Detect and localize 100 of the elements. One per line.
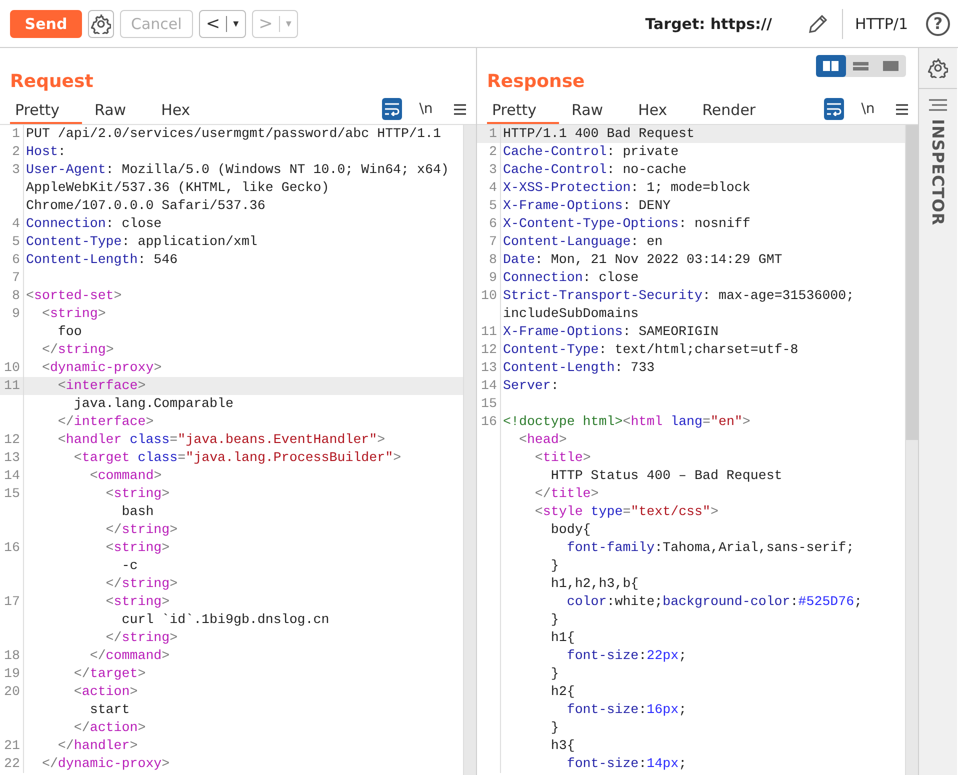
code-line: <action> xyxy=(72,683,138,701)
code-line: HTTP Status 400 – Bad Request xyxy=(550,467,782,485)
code-line: body{ xyxy=(550,521,591,539)
code-line: <target class="java.lang.ProcessBuilder"> xyxy=(72,449,402,467)
view-tab[interactable]: Render xyxy=(697,101,778,124)
code-line: Chrome/107.0.0.0 Safari/537.36 xyxy=(25,197,266,215)
settings-button[interactable] xyxy=(88,10,114,38)
code-line: <sorted-set> xyxy=(25,287,122,305)
code-line: User-Agent: Mozilla/5.0 (Windows NT 10.0; Win64; x64) xyxy=(25,161,449,179)
code-line: color:white;background-color:#525D76; xyxy=(566,593,862,611)
code-line: Content-Type: text/html;charset=utf-8 xyxy=(502,341,798,359)
code-line: HTTP/1.1 400 Bad Request xyxy=(502,125,695,143)
wrap-lines-button[interactable] xyxy=(824,98,844,120)
line-number: 2 xyxy=(0,143,24,161)
line-number: 14 xyxy=(477,377,501,395)
single-layout-icon xyxy=(883,61,899,71)
line-number: 21 xyxy=(0,737,24,755)
code-line: <!doctype html><html lang="en"> xyxy=(502,413,750,431)
scrollbar[interactable] xyxy=(463,125,476,775)
code-line: Connection: close xyxy=(502,269,639,287)
code-line: font-size:14px; xyxy=(566,755,687,773)
line-number: 9 xyxy=(477,269,501,287)
code-line: -c xyxy=(120,557,138,575)
view-tab[interactable]: Raw xyxy=(90,101,148,124)
code-line: includeSubDomains xyxy=(502,305,639,323)
code-line: Host: xyxy=(25,143,66,161)
wrap-lines-button[interactable] xyxy=(382,98,402,120)
line-number: 2 xyxy=(477,143,501,161)
code-line: font-family:Tahoma,Arial,sans-serif; xyxy=(566,539,854,557)
line-number: 1 xyxy=(477,125,501,143)
newline-toggle[interactable]: \n xyxy=(416,98,436,120)
code-line: <command> xyxy=(88,467,162,485)
layout-button[interactable] xyxy=(816,55,846,77)
code-line: font-size:16px; xyxy=(566,701,687,719)
code-line: } xyxy=(550,611,559,629)
code-line: </string> xyxy=(104,575,178,593)
code-line: <title> xyxy=(534,449,591,467)
code-line: java.lang.Comparable xyxy=(72,395,234,413)
line-number: 1 xyxy=(0,125,24,143)
code-line: Strict-Transport-Security: max-age=31536000; xyxy=(502,287,854,305)
code-line: } xyxy=(550,665,559,683)
code-line: Server: xyxy=(502,377,559,395)
code-line: </handler> xyxy=(56,737,138,755)
help-button[interactable]: ? xyxy=(926,12,950,36)
code-line: </target> xyxy=(72,665,146,683)
code-line: <string> xyxy=(104,485,170,503)
rows-layout-icon xyxy=(853,61,869,71)
line-number: 10 xyxy=(477,287,501,305)
menu-icon xyxy=(896,104,908,114)
protocol-selector[interactable]: HTTP/1 xyxy=(855,14,908,32)
code-line: </string> xyxy=(104,629,178,647)
code-line: </action> xyxy=(72,719,146,737)
line-number: 12 xyxy=(0,431,24,449)
line-number: 17 xyxy=(0,593,24,611)
back-button[interactable]: < ▾ xyxy=(198,10,246,38)
line-number: 4 xyxy=(477,179,501,197)
code-line: <interface> xyxy=(56,377,146,395)
code-line: Content-Length: 546 xyxy=(25,251,178,269)
code-line: X-XSS-Protection: 1; mode=block xyxy=(502,179,750,197)
line-number: 8 xyxy=(477,251,501,269)
code-line: PUT /api/2.0/services/usermgmt/password/abc HTTP/1.1 xyxy=(25,125,441,143)
code-line: <handler class="java.beans.EventHandler"> xyxy=(56,431,386,449)
line-number: 13 xyxy=(0,449,24,467)
view-tab[interactable]: Hex xyxy=(156,101,212,124)
line-number: 16 xyxy=(477,413,501,431)
line-number: 19 xyxy=(0,665,24,683)
code-line: Cache-Control: no-cache xyxy=(502,161,687,179)
code-line: Connection: close xyxy=(25,215,162,233)
code-line: font-size:22px; xyxy=(566,647,687,665)
line-number: 8 xyxy=(0,287,24,305)
inspector-tab[interactable]: INSPECTOR xyxy=(928,119,948,226)
view-tab[interactable]: Pretty xyxy=(10,101,82,124)
target-label: Target: https:// xyxy=(645,14,772,32)
code-line: <dynamic-proxy> xyxy=(40,359,162,377)
view-tab[interactable]: Hex xyxy=(633,101,690,124)
settings-icon[interactable] xyxy=(928,58,948,78)
list-icon[interactable] xyxy=(929,99,947,111)
scrollbar[interactable] xyxy=(905,125,918,775)
line-number: 20 xyxy=(0,683,24,701)
code-line: <string> xyxy=(104,539,170,557)
menu-icon xyxy=(454,104,466,114)
newline-toggle[interactable]: \n xyxy=(858,98,878,120)
code-line: </dynamic-proxy> xyxy=(40,755,170,773)
code-line: X-Frame-Options: DENY xyxy=(502,197,671,215)
code-line: X-Content-Type-Options: nosniff xyxy=(502,215,750,233)
code-line: h3{ xyxy=(550,737,575,755)
line-number: 12 xyxy=(477,341,501,359)
code-line: h2{ xyxy=(550,683,575,701)
code-line: <string> xyxy=(40,305,106,323)
code-line: AppleWebKit/537.36 (KHTML, like Gecko) xyxy=(25,179,330,197)
code-line: </command> xyxy=(88,647,170,665)
code-line: Content-Length: 733 xyxy=(502,359,655,377)
view-tab[interactable]: Raw xyxy=(566,101,626,124)
line-number: 3 xyxy=(477,161,501,179)
line-number: 22 xyxy=(0,755,24,773)
pane-title: Response xyxy=(487,71,585,92)
line-number: 6 xyxy=(477,215,501,233)
line-number: 11 xyxy=(0,377,24,395)
code-line: h1{ xyxy=(550,629,575,647)
code-line: </string> xyxy=(104,521,178,539)
